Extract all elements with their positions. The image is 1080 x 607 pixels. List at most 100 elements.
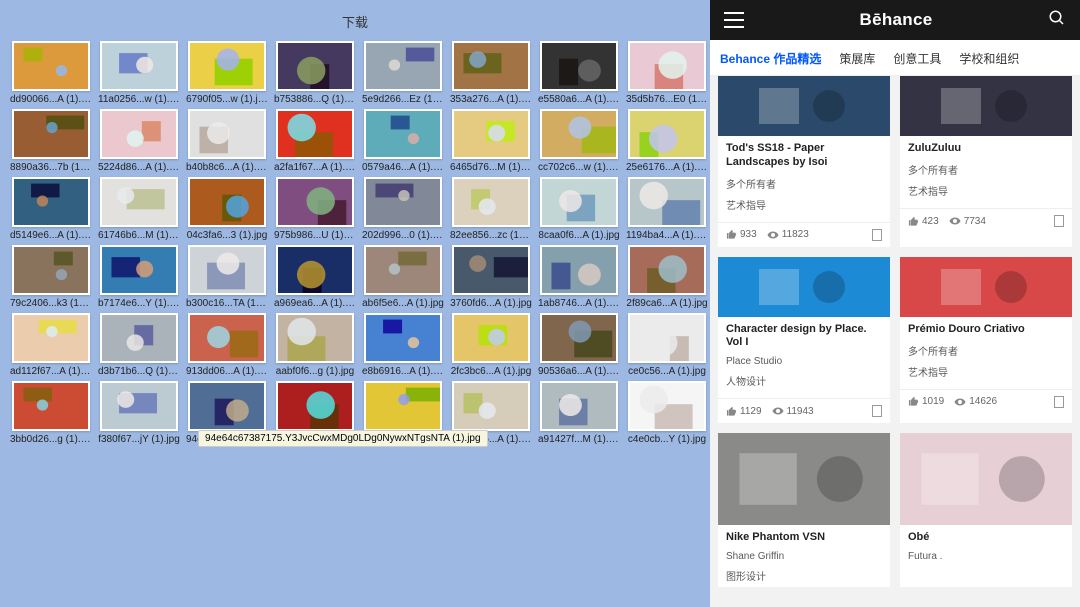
- bookmark-icon[interactable]: [1054, 396, 1064, 408]
- likes-stat: 423: [908, 216, 939, 227]
- file-item[interactable]: 82ee856...zc (1).jpg: [450, 177, 532, 241]
- file-item[interactable]: 25e6176...A (1).jpg: [626, 109, 708, 173]
- nav-tab[interactable]: 学校和组织: [959, 50, 1019, 67]
- file-name: c4e0cb...Y (1).jpg: [628, 434, 706, 445]
- file-name: 913dd06...A (1).jpg: [186, 366, 268, 377]
- file-thumbnail: [188, 381, 266, 431]
- file-item[interactable]: 5e9d266...Ez (1).jpg: [362, 41, 444, 105]
- file-item[interactable]: 1ab8746...A (1).jpg: [538, 245, 620, 309]
- file-item[interactable]: 975b986...U (1).jpg: [274, 177, 356, 241]
- file-item[interactable]: 90536a6...A (1).jpg: [538, 313, 620, 377]
- file-item[interactable]: 79c2406...k3 (1).jpg: [10, 245, 92, 309]
- file-thumbnail: [188, 41, 266, 91]
- file-item[interactable]: 2fc3bc6...A (1).jpg: [450, 313, 532, 377]
- file-item[interactable]: 8caa0f6...A (1).jpg: [538, 177, 620, 241]
- file-item[interactable]: 0579a46...A (1).jpg: [362, 109, 444, 173]
- file-item[interactable]: ce0c56...A (1).jpg: [626, 313, 708, 377]
- file-item[interactable]: 11a0256...w (1).jpg: [98, 41, 180, 105]
- file-item[interactable]: c4e0cb...Y (1).jpg: [626, 381, 708, 445]
- card-category: 艺术指导: [726, 197, 882, 212]
- file-item[interactable]: 202d996...0 (1).jpg: [362, 177, 444, 241]
- file-item[interactable]: 6465d76...M (1).jpg: [450, 109, 532, 173]
- card-image: [718, 433, 890, 525]
- file-item[interactable]: 2f89ca6...A (1).jpg: [626, 245, 708, 309]
- file-thumbnail: [628, 41, 706, 91]
- file-item[interactable]: dd90066...A (1).jpg: [10, 41, 92, 105]
- file-thumbnail: [452, 41, 530, 91]
- card-stats: 101914626: [900, 389, 1072, 414]
- project-card[interactable]: Nike Phantom VSNShane Griffin图形设计: [718, 433, 890, 587]
- nav-tab[interactable]: 创意工具: [893, 50, 941, 67]
- file-name: 8890a36...7b (1).jpg: [10, 162, 92, 173]
- search-icon[interactable]: [1048, 9, 1066, 32]
- card-author: 多个所有者: [726, 176, 882, 191]
- bookmark-icon[interactable]: [872, 229, 882, 241]
- bookmark-icon[interactable]: [1054, 215, 1064, 227]
- nav-tab[interactable]: 策展库: [839, 50, 875, 67]
- file-item[interactable]: 94e64c6...A (1).jpg94e64c67387175.Y3JvcC…: [186, 381, 268, 445]
- file-item[interactable]: b7174e6...Y (1).jpg: [98, 245, 180, 309]
- project-card[interactable]: ZuluZuluu多个所有者艺术指导4237734: [900, 76, 1072, 247]
- file-item[interactable]: 913dd06...A (1).jpg: [186, 313, 268, 377]
- file-item[interactable]: aabf0f6...g (1).jpg: [274, 313, 356, 377]
- file-thumbnail: [188, 177, 266, 227]
- file-item[interactable]: 61746b6...M (1).jpg: [98, 177, 180, 241]
- file-thumbnail: [452, 313, 530, 363]
- file-item[interactable]: a2fa1f67...A (1).jpg: [274, 109, 356, 173]
- file-item[interactable]: d5149e6...A (1).jpg: [10, 177, 92, 241]
- card-image: [900, 76, 1072, 136]
- file-item[interactable]: ad112f67...A (1).jpg: [10, 313, 92, 377]
- card-image: [900, 433, 1072, 525]
- project-card[interactable]: Tod's SS18 - Paper Landscapes by Isoi 多个所…: [718, 76, 890, 247]
- file-item[interactable]: 5224d86...A (1).jpg: [98, 109, 180, 173]
- card-category: 人物设计: [726, 373, 882, 388]
- file-item[interactable]: b300c16...TA (1).jpg: [186, 245, 268, 309]
- file-item[interactable]: 3760fd6...A (1).jpg: [450, 245, 532, 309]
- file-item[interactable]: e5580a6...A (1).jpg: [538, 41, 620, 105]
- file-item[interactable]: cc702c6...w (1).jpg: [538, 109, 620, 173]
- card-title: Obé: [908, 531, 1064, 545]
- file-name: 0579a46...A (1).jpg: [362, 162, 444, 173]
- file-thumbnail: [276, 381, 354, 431]
- file-item[interactable]: e8b6916...A (1).jpg: [362, 313, 444, 377]
- file-thumbnail: [12, 245, 90, 295]
- project-card[interactable]: Character design by Place. Vol IPlace St…: [718, 257, 890, 424]
- file-item[interactable]: f380f67...jY (1).jpg: [98, 381, 180, 445]
- menu-icon[interactable]: [724, 12, 744, 28]
- file-name: 04c3fa6...3 (1).jpg: [187, 230, 268, 241]
- file-item[interactable]: 04c3fa6...3 (1).jpg: [186, 177, 268, 241]
- file-name: 1194ba4...A (1).jpg: [626, 230, 708, 241]
- file-item[interactable]: 6790f05...w (1).jpg: [186, 41, 268, 105]
- file-name: b753886...Q (1).jpg: [274, 94, 356, 105]
- file-name: 82ee856...zc (1).jpg: [450, 230, 532, 241]
- file-item[interactable]: 3bb0d26...g (1).jpg: [10, 381, 92, 445]
- file-name: 2f89ca6...A (1).jpg: [626, 298, 707, 309]
- file-thumbnail: [628, 245, 706, 295]
- file-name: 3bb0d26...g (1).jpg: [10, 434, 92, 445]
- file-item[interactable]: a91427f...M (1).jpg: [538, 381, 620, 445]
- file-item[interactable]: 353a276...A (1).jpg: [450, 41, 532, 105]
- file-item[interactable]: b753886...Q (1).jpg: [274, 41, 356, 105]
- file-thumbnail: [540, 41, 618, 91]
- card-body: ZuluZuluu多个所有者艺术指导: [900, 136, 1072, 202]
- file-name: 79c2406...k3 (1).jpg: [10, 298, 92, 309]
- file-thumbnail: [276, 313, 354, 363]
- card-title: Tod's SS18 - Paper Landscapes by Isoi: [726, 142, 882, 170]
- file-name: 6465d76...M (1).jpg: [450, 162, 532, 173]
- file-item[interactable]: 35d5b76...E0 (1).jpg: [626, 41, 708, 105]
- file-item[interactable]: d3b71b6...Q (1).jpg: [98, 313, 180, 377]
- file-thumbnail: [364, 41, 442, 91]
- project-card[interactable]: Prémio Douro Criativo多个所有者艺术指导101914626: [900, 257, 1072, 424]
- behance-feed[interactable]: Tod's SS18 - Paper Landscapes by Isoi 多个所…: [710, 76, 1080, 607]
- file-item[interactable]: 1194ba4...A (1).jpg: [626, 177, 708, 241]
- file-item[interactable]: a969ea6...A (1).jpg: [274, 245, 356, 309]
- nav-tab[interactable]: Behance 作品精选: [720, 50, 821, 67]
- file-item[interactable]: ab6f5e6...A (1).jpg: [362, 245, 444, 309]
- file-item[interactable]: 8890a36...7b (1).jpg: [10, 109, 92, 173]
- card-category: 图形设计: [726, 568, 882, 583]
- project-card[interactable]: ObéFutura .: [900, 433, 1072, 587]
- bookmark-icon[interactable]: [872, 405, 882, 417]
- file-thumbnail: [364, 381, 442, 431]
- file-name: aabf0f6...g (1).jpg: [276, 366, 354, 377]
- file-item[interactable]: b40b8c6...A (1).jpg: [186, 109, 268, 173]
